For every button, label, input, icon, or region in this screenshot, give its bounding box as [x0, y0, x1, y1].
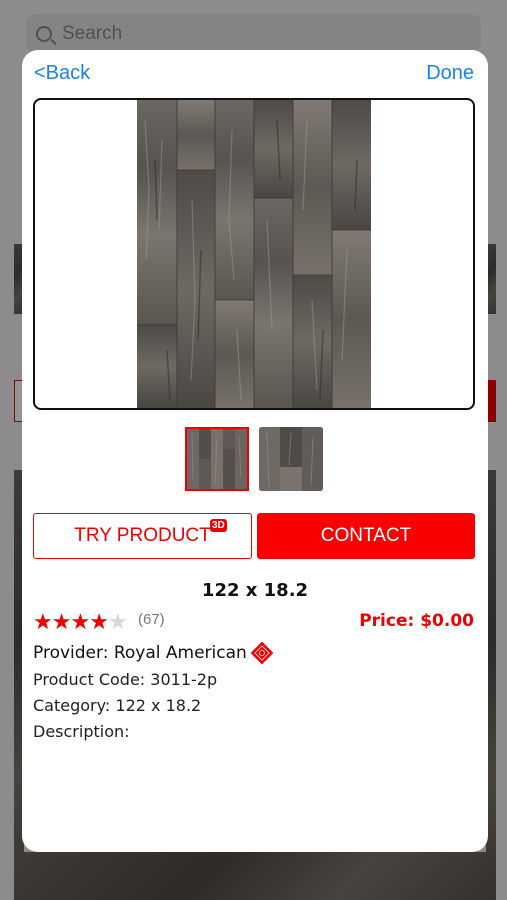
back-button[interactable]: <Back	[34, 62, 90, 85]
product-detail-modal: <Back Done TRY PRODUCT 3D CONTACT 122 x …	[22, 50, 488, 852]
star-rating: ★★★★★	[33, 609, 128, 635]
star-icon: ★	[51, 609, 72, 634]
star-icon: ★	[89, 609, 109, 634]
provider-logo-icon[interactable]	[249, 640, 275, 666]
done-button[interactable]: Done	[426, 62, 474, 85]
contact-label: CONTACT	[320, 525, 412, 546]
try-product-label: TRY PRODUCT	[74, 525, 211, 546]
product-description: Description:	[33, 722, 130, 741]
thumbnail-image	[259, 427, 323, 491]
contact-button[interactable]: CONTACT	[257, 513, 475, 559]
product-category: Category: 122 x 18.2	[33, 696, 202, 715]
star-icon: ★	[33, 609, 53, 634]
badge-3d: 3D	[210, 519, 227, 532]
provider-label: Provider: Royal American	[33, 643, 247, 663]
star-icon: ★	[107, 609, 128, 634]
wood-plank-image	[137, 100, 371, 408]
product-main-image[interactable]	[33, 98, 475, 410]
thumbnail-1[interactable]	[185, 427, 249, 491]
provider-row: Provider: Royal American	[33, 640, 275, 666]
thumbnail-image	[187, 429, 247, 489]
thumbnail-2[interactable]	[259, 427, 323, 491]
product-size-title: 122 x 18.2	[201, 580, 309, 601]
price-label: Price: $0.00	[359, 611, 474, 631]
product-code: Product Code: 3011-2p	[33, 670, 218, 689]
rating-count: (67)	[138, 611, 165, 628]
star-icon: ★	[70, 609, 90, 634]
try-product-button[interactable]: TRY PRODUCT 3D	[33, 513, 252, 559]
